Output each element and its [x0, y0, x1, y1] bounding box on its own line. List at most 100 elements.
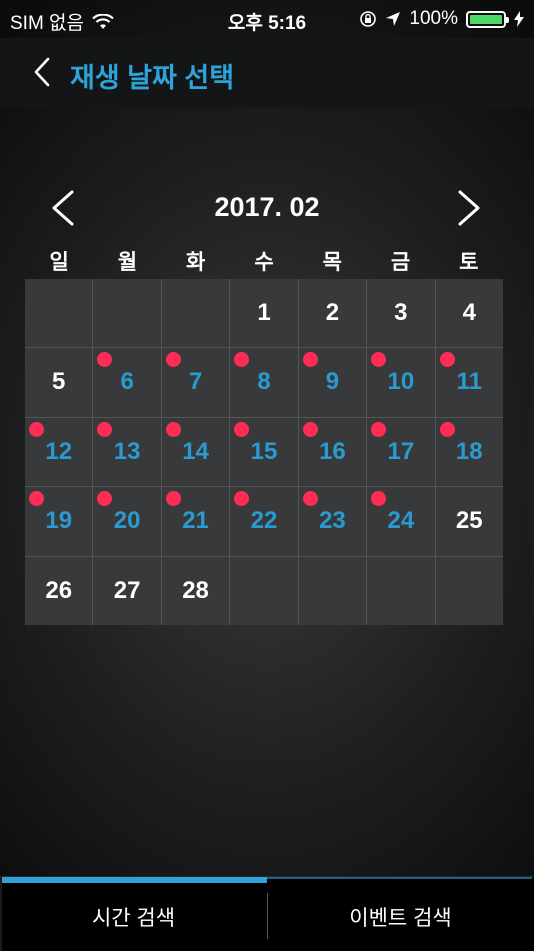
weekday-header: 일 월 화 수 목 금 토	[25, 246, 503, 276]
tab-time-search[interactable]: 시간 검색	[0, 883, 267, 951]
battery-icon	[466, 10, 509, 28]
calendar-day-cell[interactable]: 15	[230, 417, 298, 487]
chevron-right-icon	[458, 190, 480, 226]
next-month-button[interactable]	[452, 188, 488, 228]
weekday-mon: 월	[117, 251, 138, 274]
calendar-day-cell[interactable]: 14	[161, 417, 230, 487]
calendar-day-number: 18	[455, 437, 483, 465]
calendar-day-number: 22	[250, 507, 278, 535]
tab-event-search[interactable]: 이벤트 검색	[267, 883, 534, 951]
tab-event-search-label: 이벤트 검색	[349, 907, 452, 930]
calendar-day-number: 6	[120, 368, 134, 396]
calendar-day-cell[interactable]: 9	[298, 348, 367, 417]
calendar-day-number: 1	[257, 299, 271, 326]
calendar-day-number: 17	[387, 437, 415, 465]
calendar-day-cell[interactable]: 23	[298, 487, 367, 556]
event-dot-icon	[234, 421, 250, 437]
header-bar: 재생 날짜 선택	[0, 38, 534, 108]
weekday-fri: 금	[390, 251, 411, 274]
calendar-day-cell[interactable]: 11	[435, 348, 503, 417]
weekday-sat: 토	[459, 251, 479, 274]
location-arrow-icon	[386, 12, 401, 26]
calendar-day-cell[interactable]: 2	[298, 279, 367, 348]
calendar-day-number: 12	[45, 437, 73, 465]
calendar-day-number: 21	[182, 507, 209, 535]
bottom-tab-bar: 시간 검색 이벤트 검색	[0, 876, 534, 951]
calendar-day-cell[interactable]: 25	[435, 487, 503, 556]
calendar-day-number: 7	[188, 368, 203, 396]
calendar-day-number: 13	[113, 437, 141, 465]
calendar-empty-cell	[161, 279, 230, 348]
month-navigator: 2017. 02	[0, 182, 534, 232]
page-title: 재생 날짜 선택	[70, 63, 235, 93]
calendar-day-number: 27	[113, 576, 141, 604]
calendar-day-cell[interactable]: 18	[435, 417, 503, 487]
calendar-day-cell[interactable]: 19	[25, 487, 93, 556]
calendar-day-cell[interactable]: 16	[298, 417, 367, 487]
calendar-day-cell[interactable]: 27	[93, 556, 161, 625]
event-dot-icon	[302, 491, 318, 507]
calendar-empty-cell	[25, 279, 93, 348]
calendar-day-cell[interactable]: 28	[161, 556, 230, 625]
rotation-lock-icon	[360, 11, 377, 27]
calendar-empty-cell	[93, 279, 161, 348]
event-dot-icon	[97, 352, 113, 368]
calendar-day-cell[interactable]: 13	[93, 417, 161, 487]
calendar-day-cell[interactable]: 21	[161, 487, 230, 556]
calendar-day-number: 25	[455, 507, 483, 535]
calendar-day-number: 20	[113, 507, 141, 535]
battery-percent: 100%	[409, 8, 458, 29]
event-dot-icon	[302, 352, 318, 368]
event-dot-icon	[97, 491, 113, 507]
calendar-day-number: 2	[325, 299, 340, 326]
event-dot-icon	[29, 491, 44, 507]
event-dot-icon	[165, 352, 181, 368]
calendar-day-cell[interactable]: 26	[25, 556, 93, 625]
event-dot-icon	[234, 352, 250, 368]
status-right: 100%	[359, 8, 524, 30]
calendar-day-cell[interactable]: 20	[93, 487, 161, 556]
calendar-day-number: 3	[394, 299, 408, 326]
calendar-day-cell[interactable]: 4	[435, 279, 503, 348]
calendar-day-cell[interactable]: 8	[230, 348, 298, 417]
event-dot-icon	[371, 421, 387, 437]
calendar-empty-cell	[435, 556, 503, 625]
calendar-empty-cell	[298, 556, 367, 625]
calendar-day-number: 11	[456, 368, 482, 396]
status-bar: SIM 없음 오후 5:16 100%	[0, 0, 534, 38]
battery-fill	[470, 14, 502, 24]
calendar-day-number: 28	[182, 576, 209, 604]
calendar-day-number: 14	[182, 437, 209, 465]
tab-indicator-line	[267, 877, 532, 879]
event-dot-icon	[439, 352, 455, 368]
calendar-day-number: 24	[387, 507, 415, 535]
calendar-day-number: 5	[52, 368, 66, 396]
calendar-day-cell[interactable]: 1	[230, 279, 298, 348]
calendar-day-number: 16	[319, 437, 346, 465]
calendar-day-cell[interactable]: 10	[367, 348, 435, 417]
calendar-day-number: 15	[250, 437, 278, 465]
calendar-day-number: 19	[45, 507, 73, 535]
event-dot-icon	[234, 491, 250, 507]
calendar-day-cell[interactable]: 5	[25, 348, 93, 417]
calendar-day-cell[interactable]: 12	[25, 417, 93, 487]
event-dot-icon	[371, 491, 387, 507]
calendar-day-cell[interactable]: 17	[367, 417, 435, 487]
event-dot-icon	[29, 421, 44, 437]
calendar-day-cell[interactable]: 22	[230, 487, 298, 556]
calendar-day-cell[interactable]: 3	[367, 279, 435, 348]
back-button[interactable]	[28, 54, 58, 90]
charging-bolt-icon	[514, 11, 524, 27]
calendar-day-number: 26	[45, 576, 73, 604]
event-dot-icon	[371, 352, 387, 368]
calendar-day-cell[interactable]: 24	[367, 487, 435, 556]
calendar-day-number: 4	[462, 299, 476, 326]
event-dot-icon	[165, 491, 181, 507]
weekday-thu: 목	[322, 251, 342, 274]
calendar-empty-cell	[367, 556, 435, 625]
calendar-day-cell[interactable]: 6	[93, 348, 161, 417]
calendar-day-number: 9	[325, 368, 340, 396]
calendar-day-cell[interactable]: 7	[161, 348, 230, 417]
tab-time-search-label: 시간 검색	[91, 907, 176, 930]
event-dot-icon	[439, 421, 455, 437]
